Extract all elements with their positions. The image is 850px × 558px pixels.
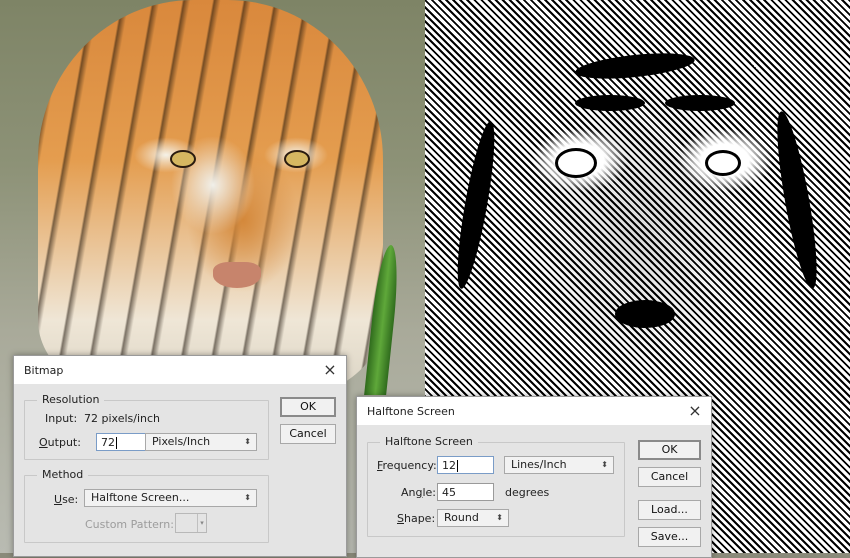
- close-icon[interactable]: ×: [685, 403, 705, 419]
- text-caret: [116, 437, 117, 449]
- shape-label: Shape:: [397, 512, 435, 525]
- dropdown-arrow-icon: ▾: [197, 514, 206, 532]
- shape-select[interactable]: Round ⬍: [437, 509, 509, 527]
- close-icon[interactable]: ×: [320, 362, 340, 378]
- select-arrows-icon: ⬍: [496, 513, 503, 522]
- shape-label-mnemonic: S: [397, 512, 404, 525]
- bitmap-dialog: Bitmap × Resolution Input: 72 pixels/inc…: [13, 355, 347, 557]
- halftone-stripe: [769, 109, 825, 291]
- angle-label-pre: An: [401, 486, 416, 499]
- halftone-load-button[interactable]: Load...: [638, 500, 701, 520]
- halftone-ok-button[interactable]: OK: [638, 440, 701, 460]
- output-label: Output:: [39, 436, 81, 449]
- halftone-cancel-button[interactable]: Cancel: [638, 467, 701, 487]
- frequency-value: 12: [442, 459, 456, 472]
- custom-pattern-picker: ▾: [175, 513, 207, 533]
- select-arrows-icon: ⬍: [601, 460, 608, 469]
- frequency-label: Frequency:: [377, 459, 437, 472]
- output-resolution-input[interactable]: 72: [96, 433, 148, 451]
- method-group: Method: [24, 468, 269, 543]
- use-label: Use:: [54, 493, 78, 506]
- halftone-screen-dialog: Halftone Screen × Halftone Screen Freque…: [356, 396, 712, 558]
- frequency-unit-select[interactable]: Lines/Inch ⬍: [504, 456, 614, 474]
- bitmap-cancel-button[interactable]: Cancel: [280, 424, 336, 444]
- halftone-save-button[interactable]: Save...: [638, 527, 701, 547]
- bitmap-ok-button[interactable]: OK: [280, 397, 336, 417]
- output-unit-select[interactable]: Pixels/Inch ⬍: [145, 433, 257, 451]
- angle-value: 45: [442, 486, 456, 499]
- output-label-mnemonic: O: [39, 436, 48, 449]
- use-label-mnemonic: U: [54, 493, 63, 506]
- dialog-title: Bitmap: [24, 363, 64, 377]
- angle-label: Angle:: [401, 486, 436, 499]
- text-caret: [457, 460, 458, 472]
- resolution-legend: Resolution: [37, 393, 105, 406]
- frequency-input[interactable]: 12: [437, 456, 494, 474]
- halftone-right-eye: [705, 150, 741, 176]
- method-select[interactable]: Halftone Screen... ⬍: [84, 489, 257, 507]
- bitmap-titlebar: Bitmap ×: [14, 356, 346, 384]
- halftone-nose: [615, 300, 675, 328]
- halftone-stripe: [574, 48, 696, 84]
- resolution-group: Resolution: [24, 393, 269, 460]
- halftone-left-eye: [555, 148, 597, 178]
- output-label-rest: utput:: [47, 436, 81, 449]
- method-value: Halftone Screen...: [91, 491, 190, 504]
- input-label: Input:: [45, 412, 78, 425]
- method-legend: Method: [37, 468, 89, 481]
- angle-input[interactable]: 45: [437, 483, 494, 501]
- custom-pattern-label: Custom Pattern:: [85, 518, 174, 531]
- halftone-screen-legend: Halftone Screen: [380, 435, 478, 448]
- dialog-title: Halftone Screen: [367, 404, 455, 418]
- tiger-left-eye: [170, 150, 196, 168]
- frequency-unit-value: Lines/Inch: [511, 458, 567, 471]
- shape-value: Round: [444, 511, 479, 524]
- select-arrows-icon: ⬍: [244, 493, 251, 502]
- select-arrows-icon: ⬍: [244, 437, 251, 446]
- shape-label-rest: hape:: [403, 512, 436, 525]
- angle-label-rest: le:: [422, 486, 437, 499]
- tiger-nose: [213, 262, 261, 288]
- input-resolution-value: 72 pixels/inch: [84, 412, 161, 425]
- frequency-label-rest: requency:: [382, 459, 437, 472]
- halftone-stripe: [450, 119, 502, 291]
- halftone-stripe: [665, 95, 735, 111]
- use-label-rest: se:: [62, 493, 79, 506]
- output-unit-value: Pixels/Inch: [152, 435, 211, 448]
- tiger-right-eye: [284, 150, 310, 168]
- output-resolution-value: 72: [101, 436, 115, 449]
- angle-unit-label: degrees: [505, 486, 550, 499]
- halftone-stripe: [575, 95, 645, 111]
- halftone-titlebar: Halftone Screen ×: [357, 397, 711, 425]
- tiger-figure: [38, 0, 383, 400]
